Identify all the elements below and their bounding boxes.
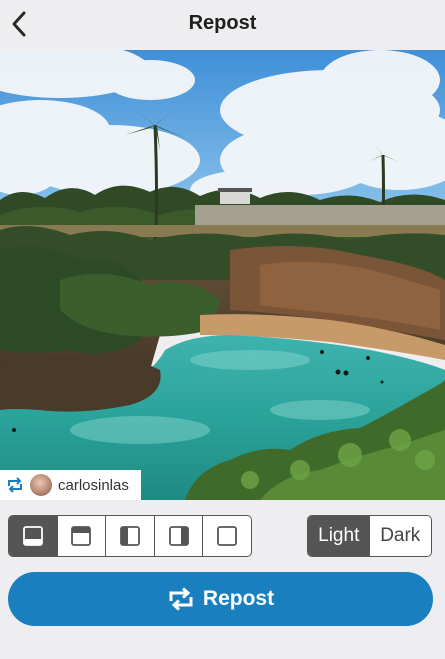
page-title: Repost <box>188 12 257 34</box>
layout-bottom-bar-icon <box>22 526 43 546</box>
attribution-username: carlosinlas <box>58 476 129 494</box>
layout-right-bar-icon <box>168 526 189 546</box>
attribution-badge: carlosinlas <box>0 470 141 500</box>
attribution-position-selector <box>8 515 252 557</box>
reposted-photo <box>0 50 445 500</box>
repost-icon <box>8 477 22 493</box>
layout-top-bar-icon <box>71 526 92 546</box>
layout-option-top[interactable] <box>58 516 107 556</box>
header: Repost <box>0 0 445 50</box>
layout-left-bar-icon <box>120 526 140 546</box>
avatar <box>30 474 52 496</box>
layout-option-left[interactable] <box>106 516 155 556</box>
theme-light-button[interactable]: Light <box>308 516 370 556</box>
repost-screen: Repost carlosinlas Light Dark Repost <box>0 0 445 659</box>
layout-option-right[interactable] <box>155 516 204 556</box>
theme-toggle: Light Dark <box>307 515 432 557</box>
layout-none-icon <box>217 526 238 546</box>
repost-button-label: Repost <box>202 587 275 610</box>
repost-button[interactable]: Repost <box>8 572 433 626</box>
layout-option-bottom[interactable] <box>9 516 58 556</box>
theme-dark-button[interactable]: Dark <box>369 516 431 556</box>
layout-option-none[interactable] <box>203 516 251 556</box>
repost-icon <box>169 587 193 611</box>
